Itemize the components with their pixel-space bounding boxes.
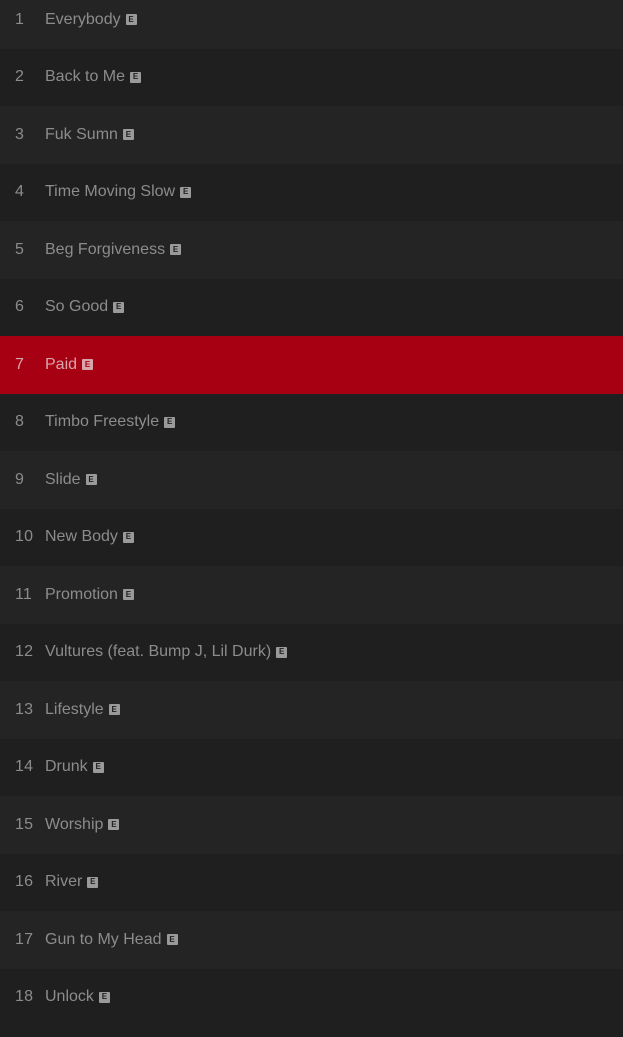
- explicit-icon: E: [130, 71, 142, 83]
- track-row-2[interactable]: 2 Back to Me E: [0, 48, 623, 106]
- explicit-icon: E: [180, 186, 192, 198]
- track-number: 17: [15, 930, 34, 948]
- track-title: Paid: [45, 355, 78, 373]
- track-number: 7: [15, 355, 25, 373]
- explicit-icon: E: [166, 934, 178, 946]
- track-number: 3: [15, 125, 25, 143]
- track-row-7[interactable]: 7 Paid E: [0, 336, 623, 394]
- track-title: Lifestyle: [45, 700, 104, 718]
- track-row-4[interactable]: 4 Time Moving Slow E: [0, 163, 623, 221]
- track-number: 1: [15, 10, 25, 28]
- track-number: 12: [15, 643, 34, 661]
- track-number: 5: [15, 240, 25, 258]
- track-title: River: [45, 873, 83, 891]
- explicit-icon: E: [170, 244, 182, 256]
- track-row-9[interactable]: 9 Slide E: [0, 451, 623, 509]
- track-row-8[interactable]: 8 Timbo Freestyle E: [0, 393, 623, 451]
- track-title: Timbo Freestyle: [45, 413, 160, 431]
- track-number: 16: [15, 873, 34, 891]
- track-row-17[interactable]: 17 Gun to My Head E: [0, 911, 623, 969]
- track-title: Vultures (feat. Bump J, Lil Durk): [45, 643, 272, 661]
- track-title: Worship: [45, 815, 104, 833]
- explicit-icon: E: [82, 359, 94, 371]
- track-row-10[interactable]: 10 New Body E: [0, 508, 623, 566]
- track-row-1[interactable]: 1 Everybody E: [0, 0, 623, 49]
- track-title: Fuk Sumn: [45, 125, 118, 143]
- track-title: New Body: [45, 528, 118, 546]
- track-number: 15: [15, 815, 34, 833]
- track-number: 13: [15, 700, 34, 718]
- explicit-icon: E: [122, 531, 134, 543]
- track-number: 4: [15, 183, 25, 201]
- track-title: So Good: [45, 298, 109, 316]
- explicit-icon: E: [113, 301, 125, 313]
- track-title: Promotion: [45, 585, 118, 603]
- track-number: 9: [15, 470, 25, 488]
- explicit-icon: E: [122, 129, 134, 141]
- track-row-18[interactable]: 18 Unlock E: [0, 968, 623, 1026]
- explicit-icon: E: [98, 991, 110, 1003]
- explicit-icon: E: [92, 761, 104, 773]
- track-row-15[interactable]: 15 Worship E: [0, 796, 623, 854]
- track-row-6[interactable]: 6 So Good E: [0, 278, 623, 336]
- explicit-icon: E: [87, 876, 99, 888]
- track-list: 1 Everybody E 2 Back to Me E 3 Fuk Sumn …: [0, 0, 623, 1028]
- track-title: Beg Forgiveness: [45, 240, 166, 258]
- track-title: Time Moving Slow: [45, 183, 176, 201]
- track-title: Everybody: [45, 10, 121, 28]
- track-number: 2: [15, 68, 25, 86]
- track-row-5[interactable]: 5 Beg Forgiveness E: [0, 221, 623, 279]
- track-row-13[interactable]: 13 Lifestyle E: [0, 681, 623, 739]
- track-row-11[interactable]: 11 Promotion E: [0, 566, 623, 624]
- explicit-icon: E: [108, 704, 120, 716]
- track-number: 6: [15, 298, 25, 316]
- track-title: Drunk: [45, 758, 88, 776]
- explicit-icon: E: [122, 589, 134, 601]
- track-title: Slide: [45, 470, 81, 488]
- explicit-icon: E: [276, 646, 288, 658]
- track-number: 8: [15, 413, 25, 431]
- explicit-icon: E: [85, 474, 97, 486]
- explicit-icon: E: [108, 819, 120, 831]
- track-title: Gun to My Head: [45, 930, 162, 948]
- track-number: 18: [15, 988, 34, 1006]
- track-row-14[interactable]: 14 Drunk E: [0, 738, 623, 796]
- track-row-3[interactable]: 3 Fuk Sumn E: [0, 106, 623, 164]
- track-title: Unlock: [45, 988, 94, 1006]
- track-row-16[interactable]: 16 River E: [0, 853, 623, 911]
- explicit-icon: E: [164, 416, 176, 428]
- track-number: 14: [15, 758, 34, 776]
- track-row-12[interactable]: 12 Vultures (feat. Bump J, Lil Durk) E: [0, 623, 623, 681]
- explicit-icon: E: [125, 14, 137, 26]
- track-number: 11: [15, 585, 33, 603]
- track-title: Back to Me: [45, 68, 126, 86]
- track-number: 10: [15, 528, 34, 546]
